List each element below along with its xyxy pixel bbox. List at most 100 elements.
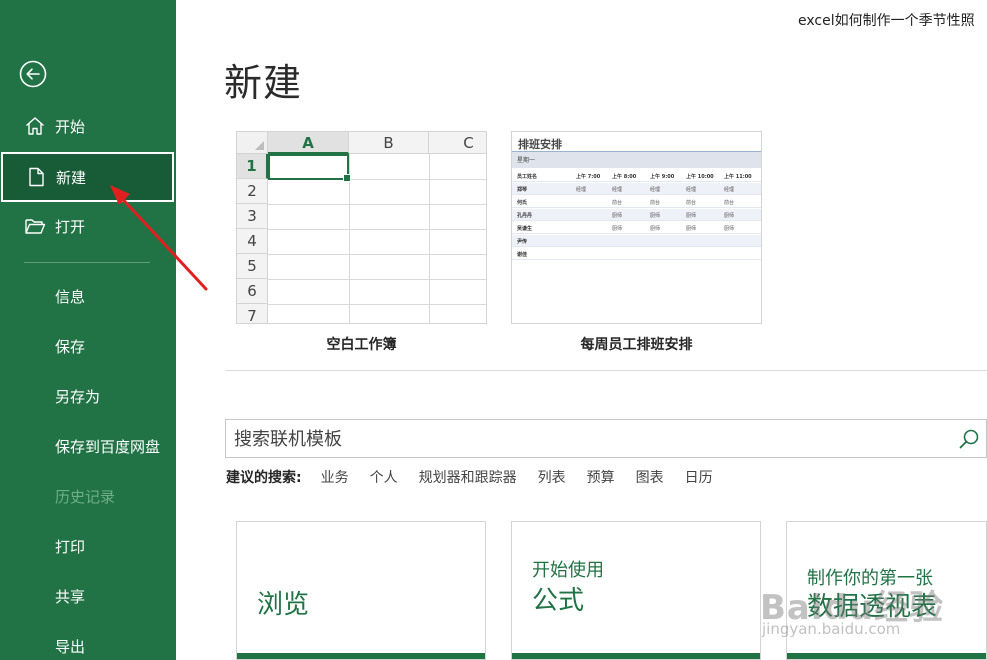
gridline xyxy=(268,254,486,255)
backstage-sidebar: 开始 新建 打开 信息 保存 另存为 保存到百度网盘 历史记录 打印 共享 导出 xyxy=(0,0,176,660)
schedule-row: 孔丹丹 厨师 厨师 厨师 厨师 xyxy=(512,209,761,221)
gridline xyxy=(268,304,486,305)
schedule-cell: 孔丹丹 xyxy=(517,213,533,219)
open-folder-icon xyxy=(25,219,46,234)
nav-save-label: 保存 xyxy=(55,337,86,356)
template-weekly-schedule[interactable]: 排班安排 星期一 员工姓名 上午 7:00 上午 8:00 上午 9:00 上午 10:… xyxy=(511,131,762,354)
suggested-link-charts[interactable]: 图表 xyxy=(636,467,664,487)
nav-save-as-label: 另存为 xyxy=(55,387,101,406)
schedule-cell: 郑琴 xyxy=(517,187,528,193)
schedule-cell: 厨师 xyxy=(612,226,623,232)
suggested-link-personal[interactable]: 个人 xyxy=(370,467,398,487)
schedule-cell: 经理 xyxy=(724,187,735,193)
schedule-cell: 厨师 xyxy=(612,213,623,219)
schedule-cell: 厨师 xyxy=(724,226,735,232)
row-header: 7 xyxy=(237,304,268,323)
gridline xyxy=(429,154,430,323)
nav-save-as[interactable]: 另存为 xyxy=(0,371,176,421)
template-thumbnail: A B C 1 2 3 4 5 6 7 xyxy=(236,131,487,324)
column-header: A xyxy=(268,132,349,154)
suggested-link-budgets[interactable]: 预算 xyxy=(587,467,615,487)
schedule-title: 排班安排 xyxy=(518,138,562,151)
nav-share[interactable]: 共享 xyxy=(0,571,176,621)
schedule-cell: 上午 9:00 xyxy=(650,174,675,180)
template-search-input[interactable] xyxy=(234,426,934,452)
schedule-cell: 前台 xyxy=(686,200,697,206)
new-document-icon xyxy=(29,167,44,187)
nav-export[interactable]: 导出 xyxy=(0,621,176,660)
suggested-link-planners-trackers[interactable]: 规划器和跟踪器 xyxy=(419,467,517,487)
nav-info-label: 信息 xyxy=(55,287,86,306)
schedule-cell: 吴谦生 xyxy=(517,226,533,232)
schedule-cell: 经理 xyxy=(612,187,623,193)
schedule-cell: 上午 8:00 xyxy=(612,174,637,180)
card-browse[interactable]: 浏览 xyxy=(236,521,486,660)
template-thumbnail: 排班安排 星期一 员工姓名 上午 7:00 上午 8:00 上午 9:00 上午 10:… xyxy=(511,131,762,324)
schedule-cell: 经理 xyxy=(576,187,587,193)
suggested-link-business[interactable]: 业务 xyxy=(321,467,349,487)
schedule-cell: 员工姓名 xyxy=(517,174,538,180)
template-blank-workbook[interactable]: A B C 1 2 3 4 5 6 7 空白工作簿 xyxy=(236,131,487,354)
schedule-cell: 尹传 xyxy=(517,239,528,245)
gridline xyxy=(268,279,486,280)
schedule-cell: 经理 xyxy=(650,187,661,193)
document-title: excel如何制作一个季节性照 xyxy=(798,13,975,29)
schedule-cell: 厨师 xyxy=(650,213,661,219)
schedule-cell: 厨师 xyxy=(724,213,735,219)
section-divider xyxy=(225,370,987,371)
schedule-cell: 前台 xyxy=(612,200,623,206)
card-get-started-formulas[interactable]: 开始使用 公式 xyxy=(511,521,761,660)
schedule-row: 谢佳 xyxy=(512,248,761,260)
row-header: 2 xyxy=(237,179,268,204)
card-accent-strip xyxy=(787,653,986,659)
nav-history-label: 历史记录 xyxy=(55,487,116,506)
schedule-cell: 谢佳 xyxy=(517,252,528,258)
column-header: C xyxy=(429,132,486,154)
schedule-row: 何氏 前台 前台 前台 前台 xyxy=(512,196,761,208)
nav-new[interactable]: 新建 xyxy=(1,152,174,202)
back-button[interactable] xyxy=(18,59,48,89)
card-subtitle: 开始使用 xyxy=(532,560,604,581)
suggested-link-lists[interactable]: 列表 xyxy=(538,467,566,487)
nav-open[interactable]: 打开 xyxy=(0,201,176,251)
row-header: 1 xyxy=(237,154,268,179)
schedule-row: 尹传 xyxy=(512,235,761,247)
row-header: 3 xyxy=(237,204,268,229)
suggested-searches: 建议的搜索: 业务 个人 规划器和跟踪器 列表 预算 图表 日历 xyxy=(226,467,734,487)
gridline xyxy=(268,204,486,205)
row-header: 6 xyxy=(237,279,268,304)
schedule-cell: 前台 xyxy=(724,200,735,206)
nav-print[interactable]: 打印 xyxy=(0,521,176,571)
home-icon xyxy=(26,117,44,135)
nav-export-label: 导出 xyxy=(55,637,86,656)
schedule-cell: 厨师 xyxy=(650,226,661,232)
active-cell-a1 xyxy=(268,154,351,182)
card-accent-strip xyxy=(512,653,760,659)
card-accent-strip xyxy=(237,653,485,659)
nav-save[interactable]: 保存 xyxy=(0,321,176,371)
select-all-corner xyxy=(237,132,268,154)
schedule-cell: 厨师 xyxy=(686,213,697,219)
suggested-searches-label: 建议的搜索: xyxy=(226,470,302,486)
schedule-cell: 厨师 xyxy=(686,226,697,232)
column-header: B xyxy=(349,132,429,154)
nav-share-label: 共享 xyxy=(55,587,86,606)
schedule-cell: 经理 xyxy=(686,187,697,193)
schedule-row: 郑琴 经理 经理 经理 经理 经理 xyxy=(512,183,761,195)
search-icon[interactable] xyxy=(958,428,980,450)
nav-save-to-baidu[interactable]: 保存到百度网盘 xyxy=(0,421,176,471)
card-title: 公式 xyxy=(532,586,585,616)
baidu-watermark-url: jingyan.baidu.com xyxy=(762,620,901,638)
schedule-cell: 上午 7:00 xyxy=(576,174,601,180)
nav-new-label: 新建 xyxy=(56,168,87,187)
nav-open-label: 打开 xyxy=(55,217,86,236)
nav-home[interactable]: 开始 xyxy=(0,101,176,151)
schedule-cell: 何氏 xyxy=(517,200,528,206)
row-header: 5 xyxy=(237,254,268,279)
nav-info[interactable]: 信息 xyxy=(0,271,176,321)
nav-home-label: 开始 xyxy=(55,117,86,136)
suggested-link-calendars[interactable]: 日历 xyxy=(685,467,713,487)
schedule-day-label: 星期一 xyxy=(517,157,536,164)
row-header: 4 xyxy=(237,229,268,254)
template-search-box[interactable] xyxy=(225,419,987,458)
